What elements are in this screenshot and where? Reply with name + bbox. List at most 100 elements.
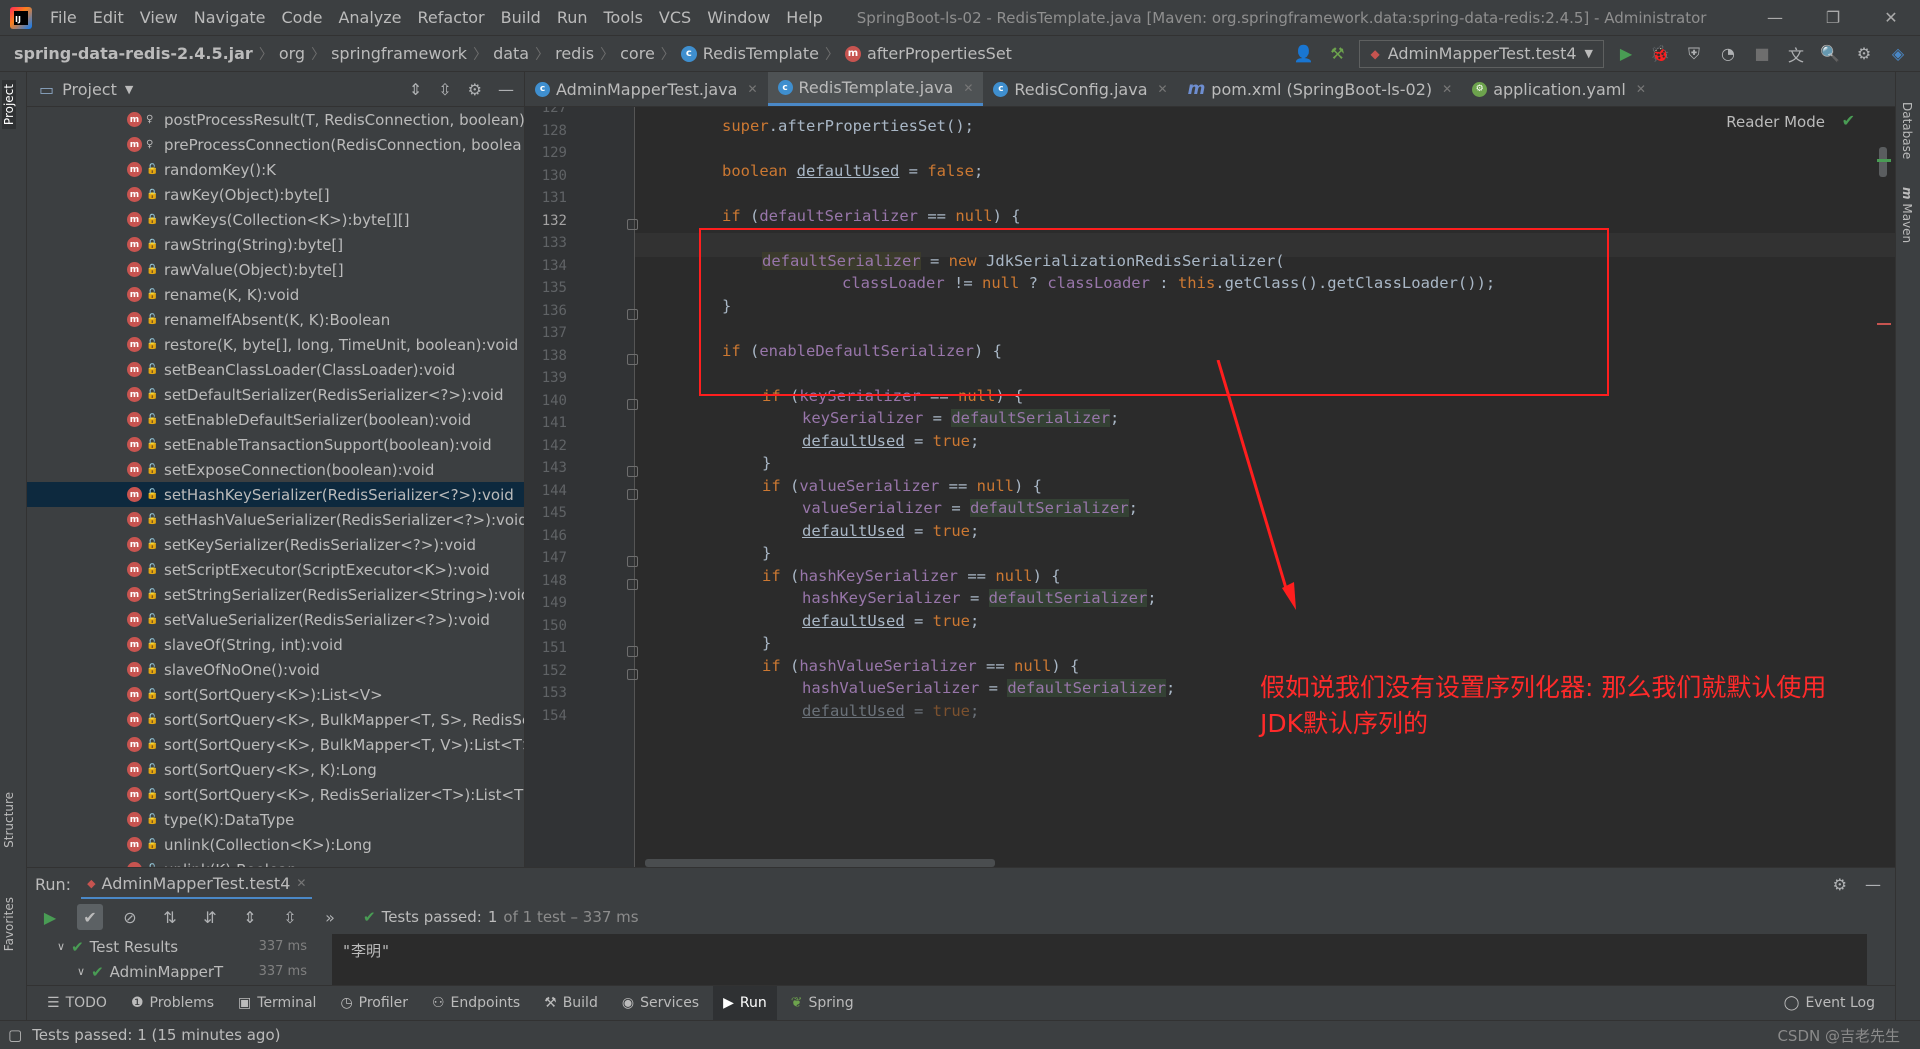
member-item[interactable]: m 🔓 sort(SortQuery<K>, BulkMapper<T, V>):L… [27, 732, 524, 757]
coverage-icon[interactable]: ⛨ [1682, 42, 1706, 66]
maven-tool-tab[interactable]: m Maven [1900, 187, 1914, 243]
member-item[interactable]: m 🔓 sort(SortQuery<K>):List<V> [27, 682, 524, 707]
run-tool-tab[interactable]: ▶ Run [713, 985, 777, 1021]
minimize-icon[interactable]: — [1746, 0, 1804, 36]
plugin-icon[interactable]: ◈ [1886, 42, 1910, 66]
menu-view[interactable]: View [132, 0, 186, 36]
todo-tab[interactable]: ☰ TODO [37, 986, 117, 1021]
run-tab[interactable]: ◆ AdminMapperTest.test4 ✕ [81, 870, 313, 899]
editor-tab[interactable]: ⚙ application.yaml ✕ [1462, 72, 1656, 106]
tree-row-admin-mapper[interactable]: ∨ ✔ AdminMapperT 337 ms [27, 959, 317, 984]
chevron-down-icon[interactable]: ▼ [125, 83, 133, 96]
member-item[interactable]: m 🔓 setBeanClassLoader(ClassLoader):void [27, 357, 524, 382]
member-item[interactable]: m 🔓 setEnableTransactionSupport(boolean):v… [27, 432, 524, 457]
menu-window[interactable]: Window [699, 0, 778, 36]
member-item[interactable]: m 🔓 setHashValueSerializer(RedisSerializer… [27, 507, 524, 532]
close-tab-icon[interactable]: ✕ [963, 81, 973, 95]
structure-tool-tab[interactable]: Structure [2, 792, 16, 848]
member-item[interactable]: m 🔒 rawKeys(Collection<K>):byte[][] [27, 207, 524, 232]
member-item[interactable]: m 🔓 setScriptExecutor(ScriptExecutor<K>):v… [27, 557, 524, 582]
console-output[interactable]: "李明" [332, 934, 1867, 986]
breadcrumb-core[interactable]: core [614, 44, 661, 63]
close-tab-icon[interactable]: ✕ [1158, 82, 1168, 96]
member-item[interactable]: m 🔓 randomKey():K [27, 157, 524, 182]
member-item[interactable]: m🔓unlink(K):Boolean [27, 857, 524, 867]
services-tab[interactable]: ◉ Services [612, 986, 709, 1021]
menu-code[interactable]: Code [274, 0, 331, 36]
debug-icon[interactable]: 🐞 [1648, 42, 1672, 66]
member-item[interactable]: m 🔒 rawString(String):byte[] [27, 232, 524, 257]
sort-alpha-icon[interactable]: ⇅ [157, 904, 183, 930]
breadcrumb-springframework[interactable]: springframework [325, 44, 473, 63]
run-config-selector[interactable]: ◆ AdminMapperTest.test4 ▼ [1359, 39, 1604, 68]
menu-build[interactable]: Build [493, 0, 549, 36]
problems-tab[interactable]: ❶ Problems [121, 986, 224, 1021]
member-item[interactable]: m 🔓 sort(SortQuery<K>, BulkMapper<T, S>, R… [27, 707, 524, 732]
user-icon[interactable]: 👤 [1291, 42, 1315, 66]
menu-tools[interactable]: Tools [596, 0, 651, 36]
breadcrumb-redis[interactable]: redis [549, 44, 600, 63]
endpoints-tab[interactable]: ⚇ Endpoints [422, 986, 530, 1021]
gear-icon[interactable]: ⚙ [1833, 875, 1847, 894]
member-item[interactable]: m 🔓 setValueSerializer(RedisSerializer<?>)… [27, 607, 524, 632]
member-item[interactable]: m 🔓 type(K):DataType [27, 807, 524, 832]
member-item[interactable]: m 🔓 unlink(Collection<K>):Long [27, 832, 524, 857]
show-ignored-icon[interactable]: ⊘ [117, 904, 143, 930]
member-item[interactable]: m 🔓 setKeySerializer(RedisSerializer<?>):v… [27, 532, 524, 557]
profile-icon[interactable]: ◔ [1716, 42, 1740, 66]
more-icon[interactable]: » [317, 904, 343, 930]
member-item[interactable]: m ♀ preProcessConnection(RedisConnection, … [27, 132, 524, 157]
hide-panel-icon[interactable]: — [498, 80, 514, 99]
editor-tab[interactable]: m pom.xml (SpringBoot-ls-02) ✕ [1178, 72, 1463, 106]
translate-icon[interactable]: 文 [1784, 42, 1808, 66]
close-tab-icon[interactable]: ✕ [1442, 82, 1452, 96]
expand-all-icon[interactable]: ⇕ [409, 80, 422, 99]
rerun-icon[interactable]: ▶ [37, 904, 63, 930]
project-panel-title[interactable]: Project [62, 80, 117, 99]
menu-run[interactable]: Run [549, 0, 596, 36]
favorites-tool-tab[interactable]: Favorites [2, 897, 16, 951]
hide-panel-icon[interactable]: — [1865, 875, 1881, 894]
gear-icon[interactable]: ⚙ [468, 80, 482, 99]
database-tool-tab[interactable]: Database [1900, 102, 1914, 159]
collapse-all-icon[interactable]: ⇳ [277, 904, 303, 930]
member-item[interactable]: m 🔓 setExposeConnection(boolean):void [27, 457, 524, 482]
menu-navigate[interactable]: Navigate [186, 0, 274, 36]
horizontal-scrollbar[interactable] [645, 859, 995, 867]
run-icon[interactable]: ▶ [1614, 42, 1638, 66]
code-area[interactable]: super.afterPropertiesSet(); boolean defa… [525, 107, 1895, 867]
profiler-tab[interactable]: ◷ Profiler [330, 986, 418, 1021]
event-log-tab[interactable]: ◯ Event Log [1784, 995, 1895, 1011]
menu-help[interactable]: Help [778, 0, 830, 36]
menu-file[interactable]: File [42, 0, 85, 36]
member-item[interactable]: m 🔒 rawValue(Object):byte[] [27, 257, 524, 282]
build-hammer-icon[interactable]: ⚒ [1325, 42, 1349, 66]
spring-tab[interactable]: ❦ Spring [781, 986, 864, 1021]
editor-scrollbar-thumb[interactable] [1879, 147, 1887, 177]
editor-tab[interactable]: c RedisConfig.java ✕ [983, 72, 1177, 106]
status-toggle-icon[interactable]: ▢ [8, 1026, 22, 1044]
search-icon[interactable]: 🔍 [1818, 42, 1842, 66]
member-item[interactable]: m 🔓 restore(K, byte[], long, TimeUnit, boo… [27, 332, 524, 357]
status-message[interactable]: Tests passed: 1 (15 minutes ago) [32, 1026, 280, 1044]
member-item[interactable]: m 🔓 setEnableDefaultSerializer(boolean):vo… [27, 407, 524, 432]
show-passed-icon[interactable]: ✔ [77, 904, 103, 930]
restore-icon[interactable]: ❐ [1804, 0, 1862, 36]
member-item[interactable]: m 🔓 slaveOf(String, int):void [27, 632, 524, 657]
reader-mode-button[interactable]: Reader Mode [1726, 113, 1825, 131]
member-item[interactable]: m ♀ postProcessResult(T, RedisConnection, … [27, 107, 524, 132]
project-tool-tab[interactable]: Project [2, 80, 16, 130]
breadcrumb-data[interactable]: data [487, 44, 535, 63]
breadcrumb-method[interactable]: m afterPropertiesSet [839, 44, 1018, 63]
stop-icon[interactable]: ■ [1750, 42, 1774, 66]
editor-tab[interactable]: c RedisTemplate.java ✕ [767, 72, 984, 106]
settings-gear-icon[interactable]: ⚙ [1852, 42, 1876, 66]
member-item[interactable]: m 🔓 sort(SortQuery<K>, RedisSerializer<T>)… [27, 782, 524, 807]
collapse-all-icon[interactable]: ⇳ [438, 80, 451, 99]
member-item[interactable]: m 🔓 sort(SortQuery<K>, K):Long [27, 757, 524, 782]
tree-row-test-results[interactable]: ∨ ✔ Test Results 337 ms [27, 934, 317, 959]
member-item[interactable]: m 🔒 rawKey(Object):byte[] [27, 182, 524, 207]
member-item[interactable]: m 🔓 slaveOfNoOne():void [27, 657, 524, 682]
expand-all-icon[interactable]: ⇕ [237, 904, 263, 930]
breadcrumb-jar[interactable]: spring-data-redis-2.4.5.jar [8, 44, 259, 63]
